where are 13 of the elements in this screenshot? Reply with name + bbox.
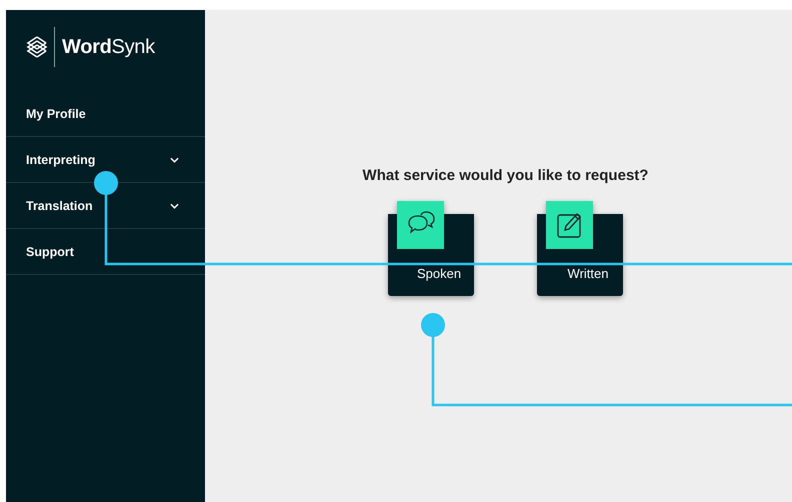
menu-item[interactable]: Support bbox=[26, 244, 74, 258]
service-card[interactable]: Spoken bbox=[388, 201, 474, 296]
chevron-down-icon[interactable] bbox=[170, 156, 179, 162]
page-heading: What service would you like to request? bbox=[362, 167, 648, 184]
card-label: Spoken bbox=[416, 266, 462, 281]
chevron-down-icon[interactable] bbox=[170, 202, 179, 208]
card-label: Written bbox=[568, 266, 608, 281]
menu-item[interactable]: Interpreting bbox=[26, 152, 96, 166]
menu-item[interactable]: Translation bbox=[26, 198, 93, 212]
logo-wordmark[interactable]: WordSynk bbox=[62, 36, 155, 58]
logo-icon bbox=[26, 36, 48, 58]
service-card[interactable]: Written bbox=[537, 201, 623, 296]
menu-item[interactable]: My Profile bbox=[26, 106, 86, 120]
